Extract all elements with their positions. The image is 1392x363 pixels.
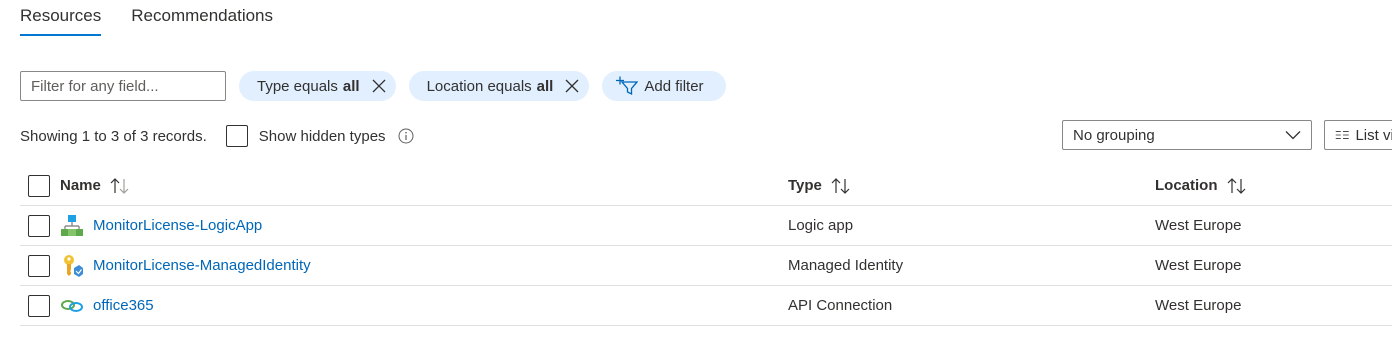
add-filter-button[interactable]: Add filter (602, 71, 726, 101)
grouping-dropdown[interactable]: No grouping (1062, 120, 1312, 150)
column-header-name[interactable]: Name (60, 177, 131, 194)
sort-icon[interactable] (830, 177, 852, 194)
column-header-location[interactable]: Location (1155, 177, 1248, 194)
row-checkbox[interactable] (28, 255, 50, 277)
logic-app-icon (60, 214, 84, 238)
records-info-row: Showing 1 to 3 of 3 records. Show hidden… (20, 123, 414, 149)
filter-pill-type[interactable]: Type equals all (239, 71, 396, 101)
table-row: MonitorLicense-ManagedIdentity Managed I… (20, 246, 1392, 286)
column-header-location-label: Location (1155, 177, 1218, 194)
row-checkbox[interactable] (28, 215, 50, 237)
resource-name-cell: MonitorLicense-ManagedIdentity (60, 254, 311, 278)
tab-resources[interactable]: Resources (20, 0, 102, 38)
show-hidden-types-label: Show hidden types (258, 127, 386, 145)
resource-link[interactable]: MonitorLicense-ManagedIdentity (93, 257, 311, 274)
tab-recommendations[interactable]: Recommendations (131, 0, 273, 38)
info-icon[interactable] (398, 128, 414, 144)
resource-link[interactable]: MonitorLicense-LogicApp (93, 217, 262, 234)
resource-location-cell: West Europe (1155, 297, 1242, 314)
filter-pill-type-label: Type equals (257, 77, 338, 95)
resources-table: Name Type Location MonitorLicense-LogicA… (20, 166, 1392, 326)
filter-pill-location-label: Location equals (426, 77, 532, 95)
tab-bar: Resources Recommendations (20, 0, 273, 40)
sort-ascending-icon[interactable] (109, 177, 131, 194)
table-header: Name Type Location (20, 166, 1392, 206)
filter-input[interactable] (20, 71, 226, 101)
resource-type-cell: Managed Identity (788, 257, 904, 274)
resource-name-cell: MonitorLicense-LogicApp (60, 214, 262, 238)
list-view-button[interactable]: List view (1324, 120, 1392, 150)
column-header-type-label: Type (788, 177, 822, 194)
resource-location-cell: West Europe (1155, 217, 1242, 234)
filter-pill-location-value: all (536, 77, 554, 95)
add-filter-label: Add filter (644, 77, 704, 95)
filter-pill-location[interactable]: Location equals all (408, 71, 590, 101)
record-count: Showing 1 to 3 of 3 records. (20, 127, 207, 145)
grouping-selected: No grouping (1073, 126, 1155, 144)
filter-pill-type-value: all (342, 77, 360, 95)
list-view-icon (1335, 130, 1349, 140)
resource-link[interactable]: office365 (93, 297, 154, 314)
resource-type-cell: API Connection (788, 297, 893, 314)
resource-location-cell: West Europe (1155, 257, 1242, 274)
chevron-down-icon (1285, 127, 1301, 144)
show-hidden-types-checkbox[interactable] (225, 125, 248, 147)
resource-name-cell: office365 (60, 294, 154, 318)
managed-identity-icon (60, 254, 84, 278)
table-row: MonitorLicense-LogicApp Logic app West E… (20, 206, 1392, 246)
table-row: office365 API Connection West Europe (20, 286, 1392, 326)
filter-bar: Type equals all Location equals all Add … (20, 71, 726, 101)
close-icon[interactable] (563, 77, 581, 95)
close-icon[interactable] (370, 77, 388, 95)
row-checkbox[interactable] (28, 295, 50, 317)
column-header-name-label: Name (60, 177, 101, 194)
api-connection-icon (60, 294, 84, 318)
add-filter-icon (616, 76, 639, 96)
select-all-checkbox[interactable] (28, 175, 50, 197)
resource-type-cell: Logic app (788, 217, 854, 234)
sort-icon[interactable] (1226, 177, 1248, 194)
list-view-label: List view (1355, 126, 1392, 144)
column-header-type[interactable]: Type (788, 177, 852, 194)
